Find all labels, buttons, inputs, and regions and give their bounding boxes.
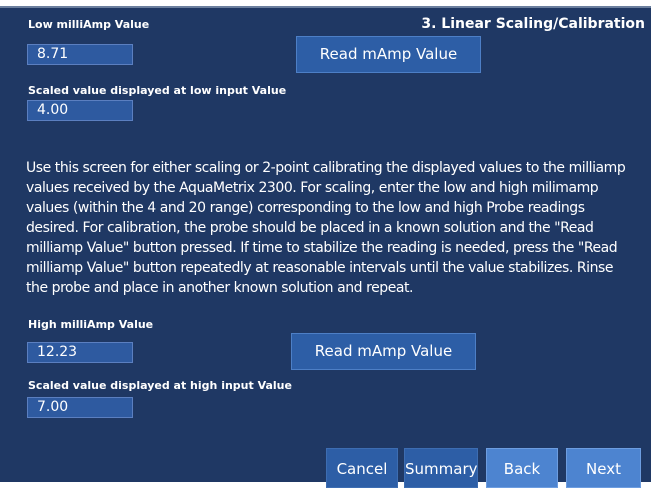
read-high-mamp-button[interactable]: Read mAmp Value xyxy=(291,333,476,370)
low-scaled-label: Scaled value displayed at low input Valu… xyxy=(28,84,287,97)
high-scaled-label: Scaled value displayed at high input Val… xyxy=(28,379,292,392)
high-scaled-input[interactable]: 7.00 xyxy=(27,397,133,418)
cancel-button[interactable]: Cancel xyxy=(326,448,398,488)
high-milliamp-label: High milliAmp Value xyxy=(28,318,154,331)
low-milliamp-label: Low milliAmp Value xyxy=(28,18,150,31)
next-button[interactable]: Next xyxy=(566,448,641,488)
low-milliamp-input[interactable]: 8.71 xyxy=(27,44,133,65)
page-title: 3. Linear Scaling/Calibration xyxy=(421,16,645,32)
high-milliamp-input[interactable]: 12.23 xyxy=(27,342,133,363)
instructions-text: Use this screen for either scaling or 2-… xyxy=(26,160,626,296)
calibration-panel: Low milliAmp Value 3. Linear Scaling/Cal… xyxy=(0,6,651,488)
back-button[interactable]: Back xyxy=(486,448,558,488)
read-low-mamp-button[interactable]: Read mAmp Value xyxy=(296,36,481,73)
summary-button[interactable]: Summary xyxy=(404,448,478,488)
low-scaled-input[interactable]: 4.00 xyxy=(27,100,133,121)
